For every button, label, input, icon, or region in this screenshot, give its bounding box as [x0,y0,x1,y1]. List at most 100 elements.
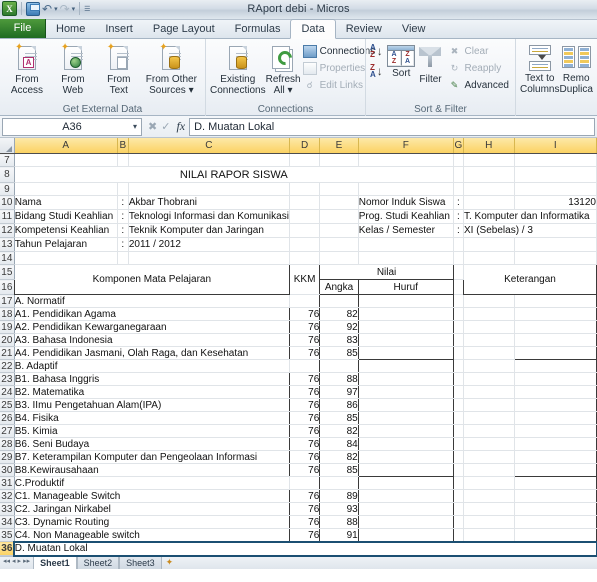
subject-name[interactable]: C1. Manageable Switch [13,489,290,503]
cell-d22[interactable] [289,359,321,373]
subject-ket[interactable] [514,450,597,464]
cell-g7[interactable] [453,153,465,167]
tab-data[interactable]: Data [290,19,336,39]
row-header-24[interactable]: 24 [0,385,15,399]
report-title[interactable]: NILAI RAPOR SISWA [14,166,454,183]
cell-d13[interactable] [289,237,321,252]
header-komponen[interactable]: Komponen Mata Pelajaran [13,264,290,295]
subject-angka[interactable]: 82 [319,450,359,464]
cell-c9[interactable] [128,182,290,196]
cell-e22[interactable] [319,359,359,373]
cell-e9[interactable] [319,182,359,196]
row-header-22[interactable]: 22 [0,359,15,373]
cell-h10[interactable] [463,195,515,210]
cell-f31[interactable] [358,476,454,490]
subject-name[interactable]: B7. Keterampilan Komputer dan Pengeolaan… [13,450,290,464]
cell-h12[interactable]: XI (Sebelas) / 3 [463,223,597,238]
row-header-20[interactable]: 20 [0,333,15,347]
subject-angka[interactable]: 82 [319,307,359,321]
subject-kkm[interactable]: 76 [289,372,321,386]
subject-name[interactable]: C4. Non Manageable switch [13,528,290,542]
subject-kkm[interactable]: 76 [289,450,321,464]
formula-input[interactable]: D. Muatan Lokal [189,117,595,136]
subject-ket-h[interactable] [463,515,515,529]
row-header-11[interactable]: 11 [0,209,15,224]
subject-ket[interactable] [514,320,597,334]
subject-ket-h[interactable] [463,385,515,399]
cell-b9[interactable] [117,182,129,196]
cell-a13[interactable]: Tahun Pelajaran [14,237,118,252]
sheet-nav-buttons[interactable]: ◂◂ ◂ ▸ ▸▸ [0,557,33,565]
cell-h17[interactable] [463,294,515,308]
row-header-33[interactable]: 33 [0,502,15,516]
cell-g17[interactable] [453,294,465,308]
column-header-i[interactable]: I [514,138,597,154]
cell-g24[interactable] [453,385,465,399]
row-header-31[interactable]: 31 [0,476,15,490]
cell-i31[interactable] [514,476,597,490]
subject-huruf[interactable] [358,385,454,399]
subject-angka[interactable]: 85 [319,346,359,360]
cell-b7[interactable] [117,153,129,167]
cell-h22[interactable] [463,359,515,373]
row-header-12[interactable]: 12 [0,223,15,238]
cell-d17[interactable] [289,294,321,308]
subject-ket-h[interactable] [463,463,515,477]
cell-g23[interactable] [453,372,465,386]
subject-name[interactable]: A1. Pendidikan Agama [13,307,290,321]
cell-c10[interactable]: Akbar Thobrani [128,195,290,210]
fx-icon[interactable]: fx [176,119,189,134]
subject-kkm[interactable]: 76 [289,489,321,503]
cell-d11[interactable] [289,209,321,224]
cell-i14[interactable] [514,251,597,265]
row-header-35[interactable]: 35 [0,528,15,542]
cell-b11[interactable]: : [117,209,129,224]
cell-i10[interactable]: 13120 [514,195,597,210]
row-header-32[interactable]: 32 [0,489,15,503]
subject-angka[interactable]: 83 [319,333,359,347]
last-sheet-icon[interactable]: ▸▸ [23,557,30,565]
subject-huruf[interactable] [358,411,454,425]
row-header-34[interactable]: 34 [0,515,15,529]
chevron-down-icon[interactable]: ▾ [133,122,137,131]
cell-g27[interactable] [453,424,465,438]
text-to-columns-button[interactable]: Text to Columns [520,41,559,95]
existing-connections-button[interactable]: Existing Connections [210,41,266,96]
cell-b14[interactable] [117,251,129,265]
cell-g15[interactable] [453,264,465,280]
cell-g13[interactable] [453,237,465,252]
cell-h9[interactable] [463,182,515,196]
cell-h8[interactable] [463,166,515,183]
cell-g8[interactable] [453,166,465,183]
subject-ket[interactable] [514,398,597,412]
cell-e14[interactable] [319,251,359,265]
row-header-14[interactable]: 14 [0,251,15,265]
row-header-26[interactable]: 26 [0,411,15,425]
subject-kkm[interactable]: 76 [289,424,321,438]
cell-d7[interactable] [289,153,321,167]
cell-a9[interactable] [14,182,118,196]
subject-angka[interactable]: 93 [319,502,359,516]
cell-h7[interactable] [463,153,515,167]
row-header-9[interactable]: 9 [0,182,15,196]
cell-e13[interactable] [319,237,359,252]
cell-g34[interactable] [453,515,465,529]
subject-name[interactable]: A3. Bahasa Indonesia [13,333,290,347]
cell-c11[interactable]: Teknologi Informasi dan Komunikasi [128,209,290,224]
cell-g10[interactable]: : [453,195,465,210]
subject-kkm[interactable]: 76 [289,502,321,516]
subject-kkm[interactable]: 76 [289,307,321,321]
subject-name[interactable]: C2. Jaringan Nirkabel [13,502,290,516]
column-header-f[interactable]: F [358,138,454,154]
cell-g19[interactable] [453,320,465,334]
subject-ket-h[interactable] [463,437,515,451]
subject-ket-h[interactable] [463,346,515,360]
subject-angka[interactable]: 97 [319,385,359,399]
cell-g26[interactable] [453,411,465,425]
cell-g31[interactable] [453,476,465,490]
cell-h11[interactable]: T. Komputer dan Informatika [463,209,597,224]
cell-i7[interactable] [514,153,597,167]
row-header-21[interactable]: 21 [0,346,15,360]
tab-view[interactable]: View [392,20,436,38]
clear-filter-button[interactable]: ✖ Clear [446,43,511,60]
